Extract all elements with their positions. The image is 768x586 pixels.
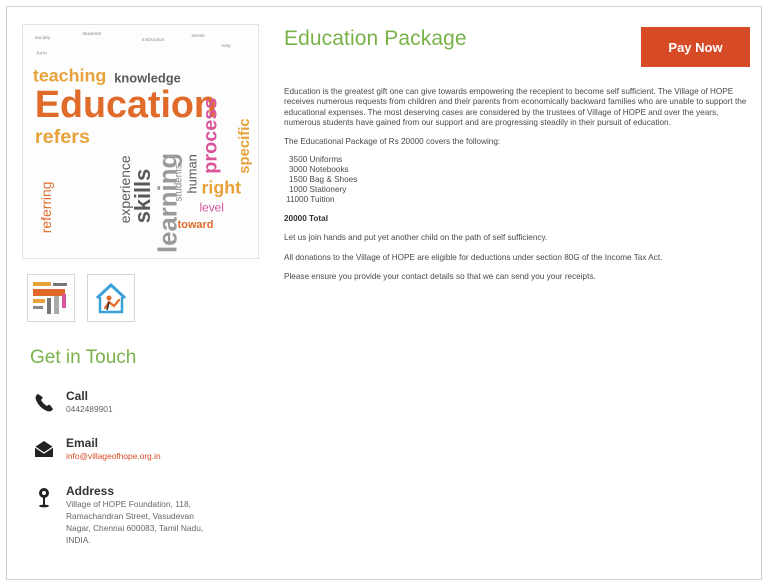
email-label: Email	[66, 436, 99, 450]
address-line: Ramachandran Street, Vasudevan	[66, 511, 194, 521]
svg-text:right: right	[201, 178, 241, 198]
call-label: Call	[66, 389, 89, 403]
contact-email: Email info@villageofhope.org.in	[33, 436, 161, 461]
product-title: Education Package	[284, 27, 467, 50]
package-item: 11000 Tuition	[286, 195, 335, 205]
description-paragraph: All donations to the Village of HOPE are…	[284, 252, 663, 262]
package-items-list: 3500 Uniforms 3000 Notebooks 1500 Bag & …	[286, 155, 752, 205]
product-main-image[interactable]: society students instruction sense may f…	[22, 24, 259, 259]
address-line: Nagar, Chennai 600083, Tamil Nadu,	[66, 523, 204, 533]
contact-address: Address Village of HOPE Foundation, 118,…	[33, 484, 203, 545]
svg-text:level: level	[199, 200, 223, 214]
product-description: Education is the greatest gift one can g…	[284, 87, 752, 291]
word-cloud-image: society students instruction sense may f…	[23, 25, 258, 258]
svg-text:skills: skills	[130, 169, 155, 224]
svg-text:students: students	[82, 31, 101, 37]
thumbnail-word-cloud[interactable]	[27, 274, 75, 322]
svg-text:refers: refers	[35, 126, 90, 148]
thumbnail-strip	[27, 274, 135, 322]
svg-text:instruction: instruction	[142, 37, 165, 43]
map-pin-icon	[39, 488, 49, 508]
address-line: INDIA.	[66, 535, 91, 545]
svg-text:human: human	[185, 154, 200, 193]
package-item: 3000 Notebooks	[289, 165, 349, 175]
svg-text:sense: sense	[192, 34, 205, 39]
description-paragraph: Education is the greatest gift one can g…	[284, 87, 747, 127]
description-paragraph: Please ensure you provide your contact d…	[284, 271, 596, 281]
package-total: 20000 Total	[284, 214, 328, 224]
phone-icon	[35, 394, 53, 412]
package-item: 1500 Bag & Shoes	[289, 175, 358, 185]
get-in-touch-heading: Get in Touch	[30, 347, 137, 368]
svg-text:process: process	[199, 98, 221, 174]
svg-text:may: may	[221, 44, 231, 49]
svg-text:form: form	[37, 51, 47, 57]
svg-text:students: students	[174, 164, 185, 201]
package-item: 3500 Uniforms	[289, 155, 343, 165]
svg-text:experience: experience	[117, 155, 133, 223]
address-line: Village of HOPE Foundation, 118,	[66, 499, 191, 509]
contact-call: Call 0442489901	[33, 389, 113, 414]
svg-text:specific: specific	[237, 118, 253, 173]
envelope-icon	[34, 441, 54, 457]
svg-text:referring: referring	[38, 182, 54, 234]
description-paragraph: Let us join hands and put yet another ch…	[284, 233, 548, 243]
svg-text:toward: toward	[178, 219, 214, 231]
package-item: 1000 Stationery	[289, 185, 347, 195]
svg-text:Education: Education	[35, 83, 217, 125]
email-link[interactable]: info@villageofhope.org.in	[66, 450, 266, 462]
description-paragraph: The Educational Package of Rs 20000 cove…	[284, 137, 501, 147]
thumbnail-village-logo[interactable]	[87, 274, 135, 322]
address-label: Address	[66, 484, 115, 498]
pay-now-button[interactable]: Pay Now	[641, 27, 750, 67]
svg-text:society: society	[35, 35, 51, 41]
call-value[interactable]: 0442489901	[66, 403, 266, 415]
